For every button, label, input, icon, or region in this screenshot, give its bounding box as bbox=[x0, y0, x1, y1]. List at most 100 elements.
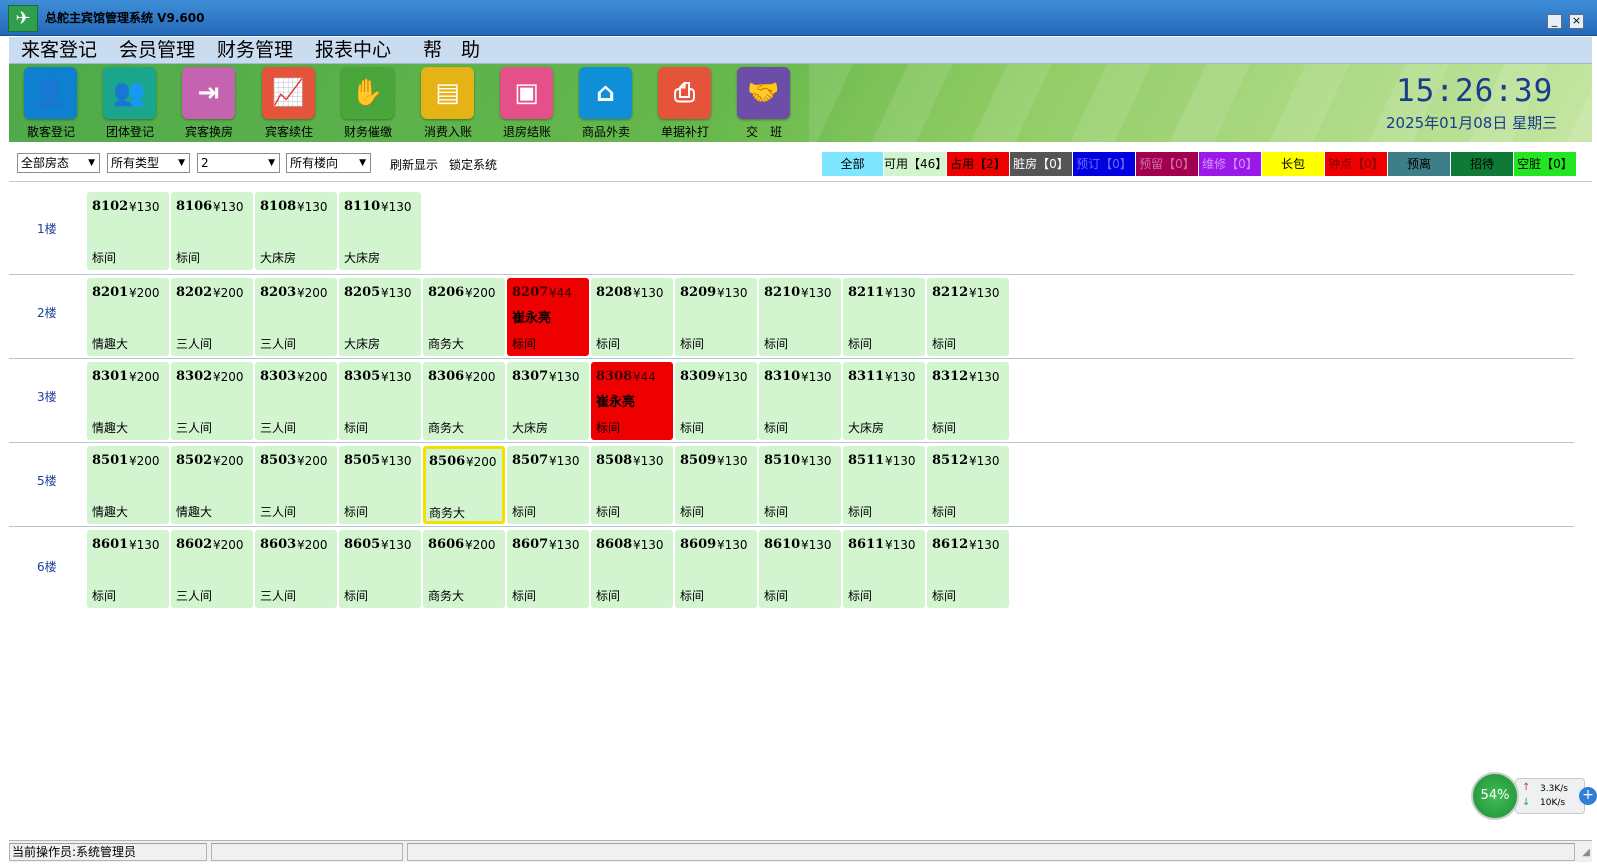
toolbar-button-4[interactable]: ✋ 财务催缴 bbox=[332, 67, 404, 141]
legend-filter-10[interactable]: 招待 bbox=[1451, 152, 1514, 176]
legend-filter-2[interactable]: 占用【2】 bbox=[947, 152, 1010, 176]
room-type: 标间 bbox=[680, 505, 705, 519]
room-card[interactable]: 8308 ¥44 标间 崔永亮 bbox=[591, 362, 673, 440]
room-status-select[interactable]: 全部房态 ▼ bbox=[17, 153, 100, 173]
room-card[interactable]: 8210 ¥130 标间 bbox=[759, 278, 841, 356]
room-price: ¥130 bbox=[381, 538, 412, 552]
room-card[interactable]: 8208 ¥130 标间 bbox=[591, 278, 673, 356]
room-card[interactable]: 8511 ¥130 标间 bbox=[843, 446, 925, 524]
room-number: 8211 bbox=[848, 285, 885, 300]
lock-system-button[interactable]: 锁定系统 bbox=[449, 156, 497, 173]
room-card[interactable]: 8508 ¥130 标间 bbox=[591, 446, 673, 524]
menu-member-management[interactable]: 会员管理 bbox=[119, 37, 195, 64]
room-card[interactable]: 8611 ¥130 标间 bbox=[843, 530, 925, 608]
floor-select[interactable]: 2 ▼ bbox=[197, 153, 280, 173]
room-card[interactable]: 8602 ¥200 三人间 bbox=[171, 530, 253, 608]
chart-up-icon: 📈 bbox=[262, 67, 315, 119]
legend-filter-6[interactable]: 维修【0】 bbox=[1199, 152, 1262, 176]
room-card[interactable]: 8506 ¥200 商务大 bbox=[423, 446, 505, 524]
legend-filter-8[interactable]: 钟点【0】 bbox=[1325, 152, 1388, 176]
room-card[interactable]: 8501 ¥200 情趣大 bbox=[87, 446, 169, 524]
room-card[interactable]: 8608 ¥130 标间 bbox=[591, 530, 673, 608]
room-card[interactable]: 8206 ¥200 商务大 bbox=[423, 278, 505, 356]
room-card[interactable]: 8312 ¥130 标间 bbox=[927, 362, 1009, 440]
chevron-down-icon: ▼ bbox=[359, 158, 366, 168]
menu-finance-management[interactable]: 财务管理 bbox=[217, 37, 293, 64]
toolbar-button-9[interactable]: 🤝 交 班 bbox=[728, 67, 800, 141]
room-card[interactable]: 8609 ¥130 标间 bbox=[675, 530, 757, 608]
room-card[interactable]: 8110 ¥130 大床房 bbox=[339, 192, 421, 270]
room-card[interactable]: 8212 ¥130 标间 bbox=[927, 278, 1009, 356]
toolbar-button-label: 交 班 bbox=[745, 125, 782, 139]
room-card[interactable]: 8211 ¥130 标间 bbox=[843, 278, 925, 356]
room-type: 标间 bbox=[764, 337, 789, 351]
legend-filter-9[interactable]: 预离 bbox=[1388, 152, 1451, 176]
toolbar-button-6[interactable]: ▣ 退房结账 bbox=[491, 67, 563, 141]
room-card[interactable]: 8203 ¥200 三人间 bbox=[255, 278, 337, 356]
toolbar-button-1[interactable]: 👥 团体登记 bbox=[94, 67, 166, 141]
room-number: 8110 bbox=[344, 199, 381, 214]
legend-filter-7[interactable]: 长包 bbox=[1262, 152, 1325, 176]
room-card[interactable]: 8310 ¥130 标间 bbox=[759, 362, 841, 440]
room-card[interactable]: 8509 ¥130 标间 bbox=[675, 446, 757, 524]
room-number: 8212 bbox=[932, 285, 969, 300]
room-card[interactable]: 8108 ¥130 大床房 bbox=[255, 192, 337, 270]
room-card[interactable]: 8301 ¥200 情趣大 bbox=[87, 362, 169, 440]
room-card[interactable]: 8512 ¥130 标间 bbox=[927, 446, 1009, 524]
room-card[interactable]: 8205 ¥130 大床房 bbox=[339, 278, 421, 356]
room-card[interactable]: 8309 ¥130 标间 bbox=[675, 362, 757, 440]
toolbar-button-3[interactable]: 📈 宾客续住 bbox=[253, 67, 325, 141]
room-card[interactable]: 8505 ¥130 标间 bbox=[339, 446, 421, 524]
direction-select[interactable]: 所有楼向 ▼ bbox=[286, 153, 371, 173]
room-card[interactable]: 8303 ¥200 三人间 bbox=[255, 362, 337, 440]
legend-filter-4[interactable]: 预订【0】 bbox=[1073, 152, 1136, 176]
room-card[interactable]: 8311 ¥130 大床房 bbox=[843, 362, 925, 440]
room-card[interactable]: 8306 ¥200 商务大 bbox=[423, 362, 505, 440]
room-card[interactable]: 8612 ¥130 标间 bbox=[927, 530, 1009, 608]
legend-filter-1[interactable]: 可用【46】 bbox=[884, 152, 947, 176]
room-card[interactable]: 8305 ¥130 标间 bbox=[339, 362, 421, 440]
person-icon: 👤 bbox=[24, 67, 77, 119]
menu-help[interactable]: 帮 助 bbox=[423, 37, 480, 64]
refresh-button[interactable]: 刷新显示 bbox=[390, 156, 438, 173]
room-card[interactable]: 8209 ¥130 标间 bbox=[675, 278, 757, 356]
room-card[interactable]: 8102 ¥130 标间 bbox=[87, 192, 169, 270]
menu-report-center[interactable]: 报表中心 bbox=[315, 37, 391, 64]
room-card[interactable]: 8610 ¥130 标间 bbox=[759, 530, 841, 608]
room-card[interactable]: 8601 ¥130 标间 bbox=[87, 530, 169, 608]
room-number: 8512 bbox=[932, 453, 969, 468]
legend-filter-11[interactable]: 空脏【0】 bbox=[1514, 152, 1577, 176]
room-card[interactable]: 8606 ¥200 商务大 bbox=[423, 530, 505, 608]
resize-grip-icon[interactable]: ◢ bbox=[1582, 847, 1590, 858]
toolbar-button-7[interactable]: ⌂ 商品外卖 bbox=[570, 67, 642, 141]
room-card[interactable]: 8510 ¥130 标间 bbox=[759, 446, 841, 524]
toolbar-button-8[interactable]: ⎙ 单据补打 bbox=[649, 67, 721, 141]
toolbar-button-2[interactable]: ⇥ 宾客换房 bbox=[173, 67, 245, 141]
legend-filter-5[interactable]: 预留【0】 bbox=[1136, 152, 1199, 176]
room-type-select[interactable]: 所有类型 ▼ bbox=[107, 153, 190, 173]
handshake-icon: 🤝 bbox=[737, 67, 790, 119]
room-card[interactable]: 8502 ¥200 情趣大 bbox=[171, 446, 253, 524]
room-card[interactable]: 8201 ¥200 情趣大 bbox=[87, 278, 169, 356]
room-card[interactable]: 8603 ¥200 三人间 bbox=[255, 530, 337, 608]
network-monitor-widget[interactable]: ↑ 3.3K/s ↓ 10K/s 54% + bbox=[1471, 772, 1597, 820]
room-card[interactable]: 8507 ¥130 标间 bbox=[507, 446, 589, 524]
menu-guest-checkin[interactable]: 来客登记 bbox=[21, 37, 97, 64]
toolbar-button-0[interactable]: 👤 散客登记 bbox=[15, 67, 87, 141]
plus-icon[interactable]: + bbox=[1579, 787, 1597, 805]
room-card[interactable]: 8503 ¥200 三人间 bbox=[255, 446, 337, 524]
room-number: 8610 bbox=[764, 537, 801, 552]
close-button[interactable]: × bbox=[1569, 14, 1584, 29]
legend-filter-0[interactable]: 全部 bbox=[822, 152, 884, 176]
minimize-button[interactable]: _ bbox=[1547, 14, 1562, 29]
room-card[interactable]: 8307 ¥130 大床房 bbox=[507, 362, 589, 440]
room-number: 8505 bbox=[344, 453, 381, 468]
room-card[interactable]: 8207 ¥44 标间 崔永亮 bbox=[507, 278, 589, 356]
room-card[interactable]: 8605 ¥130 标间 bbox=[339, 530, 421, 608]
room-card[interactable]: 8302 ¥200 三人间 bbox=[171, 362, 253, 440]
room-card[interactable]: 8106 ¥130 标间 bbox=[171, 192, 253, 270]
room-card[interactable]: 8202 ¥200 三人间 bbox=[171, 278, 253, 356]
legend-filter-3[interactable]: 脏房【0】 bbox=[1010, 152, 1073, 176]
room-card[interactable]: 8607 ¥130 标间 bbox=[507, 530, 589, 608]
toolbar-button-5[interactable]: ▤ 消费入账 bbox=[412, 67, 484, 141]
